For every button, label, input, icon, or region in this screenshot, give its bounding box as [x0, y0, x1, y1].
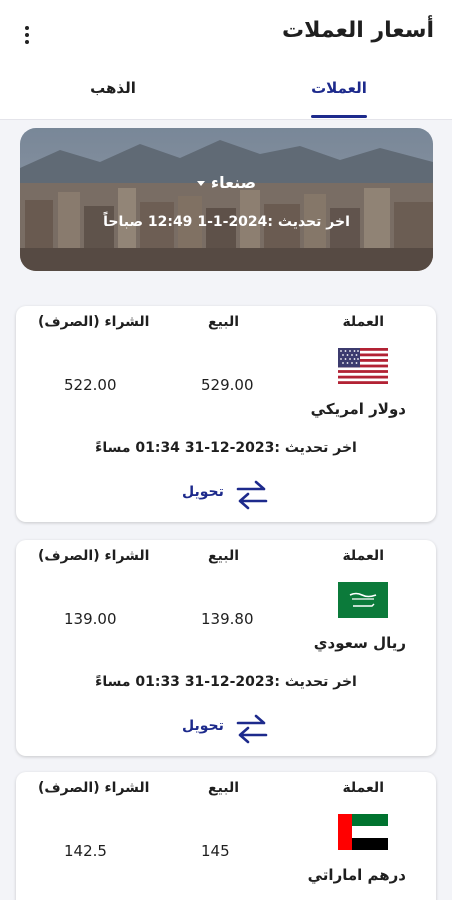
currency-card: العملة البيع الشراء (الصرف) درهم اماراتي… — [16, 772, 436, 900]
swap-arrows-icon — [236, 480, 268, 510]
us-flag-icon — [338, 348, 388, 384]
last-update: اخر تحديث :2023-12-31 01:33 مساءً — [95, 674, 357, 690]
sell-price: 529.00 — [201, 376, 254, 394]
dropdown-caret-icon — [196, 181, 205, 186]
header-sell: البيع — [208, 314, 240, 330]
tab-bar: العملات الذهب — [0, 70, 452, 120]
banner-overlay — [20, 128, 433, 271]
currency-card: العملة البيع الشراء (الصرف) ريال سعودي 1… — [16, 540, 436, 756]
more-options-icon[interactable] — [12, 22, 42, 48]
app-bar: أسعار العملات — [0, 0, 452, 70]
tab-gold[interactable]: الذهب — [0, 70, 226, 120]
convert-label: تحويل — [182, 484, 224, 500]
header-sell: البيع — [208, 780, 240, 796]
header-buy: الشراء (الصرف) — [38, 314, 150, 330]
city-selector[interactable]: صنعاء — [20, 173, 433, 192]
header-buy: الشراء (الصرف) — [38, 780, 150, 796]
swap-arrows-icon — [236, 714, 268, 744]
uae-flag-icon — [338, 814, 388, 850]
header-currency: العملة — [342, 780, 384, 796]
currency-name: دولار امريكي — [310, 400, 406, 418]
currency-name: ريال سعودي — [313, 634, 406, 652]
last-update: اخر تحديث :2023-12-31 01:34 مساءً — [95, 440, 357, 456]
sell-price: 139.80 — [201, 610, 254, 628]
tab-indicator — [311, 115, 367, 118]
app-title: أسعار العملات — [282, 18, 434, 43]
convert-button[interactable]: تحويل — [182, 478, 272, 512]
convert-button[interactable]: تحويل — [182, 712, 272, 746]
currency-card: العملة البيع الشراء (الصرف) دولار امريكي… — [16, 306, 436, 522]
buy-price: 142.5 — [64, 842, 107, 860]
header-currency: العملة — [342, 314, 384, 330]
sell-price: 145 — [201, 842, 230, 860]
header-sell: البيع — [208, 548, 240, 564]
convert-label: تحويل — [182, 718, 224, 734]
city-name: صنعاء — [210, 173, 257, 192]
saudi-flag-icon — [338, 582, 388, 618]
buy-price: 139.00 — [64, 610, 117, 628]
city-banner: صنعاء اخر تحديث :2024-1-1 12:49 صباحاً — [20, 128, 433, 271]
header-currency: العملة — [342, 548, 384, 564]
currency-name: درهم اماراتي — [307, 866, 406, 884]
header-buy: الشراء (الصرف) — [38, 548, 150, 564]
tab-currencies[interactable]: العملات — [226, 70, 452, 120]
buy-price: 522.00 — [64, 376, 117, 394]
banner-last-update: اخر تحديث :2024-1-1 12:49 صباحاً — [103, 214, 350, 230]
